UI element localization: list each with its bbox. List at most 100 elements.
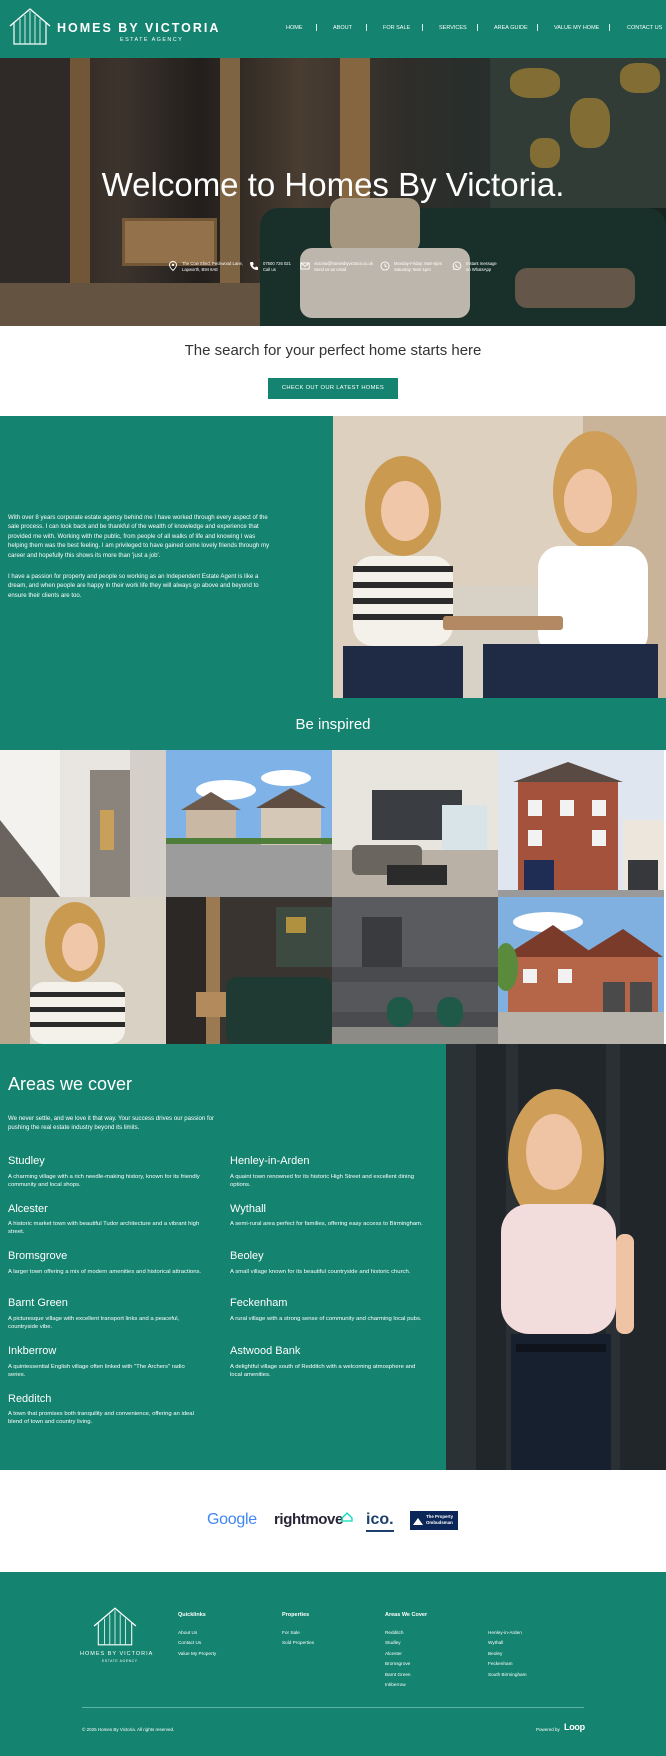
nav-divider [316, 24, 317, 31]
nav-divider [477, 24, 478, 31]
gallery-living-room-photo [332, 750, 498, 897]
logo-subtitle: ESTATE AGENCY [120, 37, 184, 43]
hero-banner: Welcome to Homes By Victoria. The Cow Sh… [0, 58, 666, 326]
gallery-image[interactable] [498, 750, 664, 897]
hero-address-line1: The Cow Shed, Peckwood Lane, [182, 261, 243, 266]
area-desc-henley-in-arden: A quaint town renowned for its historic … [230, 1174, 415, 1189]
footer-logo-title: HOMES BY VICTORIA [80, 1651, 154, 1657]
google-logo[interactable]: Google [207, 1511, 257, 1531]
hero-email-label: Send us an email [314, 267, 347, 272]
footer-area-link[interactable]: Redditch [385, 1630, 404, 1635]
footer-quicklinks-title: Quicklinks [178, 1612, 206, 1618]
about-paragraph-2: I have a passion for property and people… [8, 573, 259, 599]
nav-area-guide[interactable]: AREA GUIDE [494, 25, 528, 31]
gallery-image[interactable] [166, 750, 332, 897]
footer-powered-by: Powered by [536, 1727, 560, 1732]
hero-opening-hours: Monday-Friday: 9am-5pm Saturday: 9am-1pm [380, 260, 452, 278]
nav-for-sale[interactable]: FOR SALE [383, 25, 410, 31]
footer-link-for-sale[interactable]: For Sale [282, 1630, 300, 1635]
footer-link-about[interactable]: About Us [178, 1630, 197, 1635]
ombudsman-roof-icon [413, 1518, 423, 1525]
footer-area-link[interactable]: Wythall [488, 1640, 503, 1645]
nav-services[interactable]: SERVICES [439, 25, 467, 31]
footer-area-link[interactable]: Henley-in-Arden [488, 1630, 522, 1635]
ico-underline [366, 1530, 394, 1532]
hero-email[interactable]: victoria@homesbyvictoria.co.uk Send us a… [300, 260, 378, 278]
hero-address-line2: Lapworth, B94 6AE [182, 267, 219, 272]
footer-area-link[interactable]: Barnt Green [385, 1672, 411, 1677]
loop-brand-logo[interactable]: Loop [564, 1722, 585, 1732]
area-desc-redditch: A town that promises both tranquility an… [8, 1411, 194, 1426]
footer-link-value[interactable]: Value My Property [178, 1651, 216, 1656]
hero-phone[interactable]: 07500 726 021 Call us [249, 260, 291, 278]
area-desc-feckenham: A rural village with a strong sense of c… [230, 1316, 422, 1322]
footer-area-link[interactable]: Feckenham [488, 1661, 513, 1666]
area-name-beoley: Beoley [230, 1250, 264, 1262]
mail-icon [300, 262, 310, 270]
area-name-inkberrow: Inkberrow [8, 1345, 57, 1357]
site-logo[interactable]: HOMES BY VICTORIA ESTATE AGENCY [8, 6, 218, 46]
nav-divider [366, 24, 367, 31]
area-desc-studley: A charming village with a rich needle-ma… [8, 1174, 200, 1189]
nav-about[interactable]: ABOUT [333, 25, 352, 31]
whatsapp-icon [452, 261, 462, 271]
ico-logo[interactable]: ico. [366, 1511, 394, 1532]
rightmove-logo-text: rightmove [274, 1511, 343, 1528]
area-name-redditch: Redditch [8, 1393, 52, 1405]
nav-home[interactable]: HOME [286, 25, 303, 31]
google-logo-text: Google [207, 1511, 257, 1528]
footer-logo[interactable]: HOMES BY VICTORIA ESTATE AGENCY [80, 1605, 154, 1665]
footer-areas-title: Areas We Cover [385, 1612, 428, 1618]
rightmove-logo[interactable]: rightmove [274, 1511, 353, 1531]
area-desc-astwood-bank: A delightful village south of Redditch w… [230, 1364, 416, 1379]
phone-icon [250, 262, 258, 270]
gallery-image[interactable] [0, 750, 166, 897]
nav-value-my-home[interactable]: VALUE MY HOME [554, 25, 599, 31]
area-desc-inkberrow: A quintessential English village often l… [8, 1364, 185, 1379]
gallery-image[interactable] [498, 897, 664, 1044]
logo-house-icon [9, 8, 51, 45]
area-name-henley-in-arden: Henley-in-Arden [230, 1155, 310, 1167]
nav-divider [537, 24, 538, 31]
footer-logo-subtitle: ESTATE AGENCY [102, 1659, 138, 1663]
gallery-lounge-photo [166, 897, 332, 1044]
hero-phone-number: 07500 726 021 [263, 261, 291, 266]
area-name-wythall: Wythall [230, 1203, 266, 1215]
nav-divider [422, 24, 423, 31]
hero-phone-label: Call us [263, 267, 276, 272]
gallery-image[interactable] [166, 897, 332, 1044]
ombudsman-line1: The Property [426, 1514, 454, 1519]
area-desc-bromsgrove: A larger town offering a mix of modern a… [8, 1269, 202, 1275]
footer-area-link[interactable]: South Birmingham [488, 1672, 527, 1677]
two-women-illustration [333, 416, 666, 698]
footer-link-sold[interactable]: Sold Properties [282, 1640, 314, 1645]
clock-icon [380, 261, 390, 271]
ico-logo-text: ico. [366, 1511, 394, 1528]
footer-area-link[interactable]: Bromsgrove [385, 1661, 410, 1666]
latest-homes-button[interactable]: CHECK OUT OUR LATEST HOMES [268, 378, 398, 399]
footer-area-link[interactable]: Studley [385, 1640, 401, 1645]
footer-logo-house-icon [93, 1607, 137, 1646]
area-desc-wythall: A semi-rural area perfect for families, … [230, 1221, 423, 1227]
search-heading: The search for your perfect home starts … [184, 342, 482, 359]
areas-intro: We never settle, and we love it that way… [8, 1115, 215, 1131]
gallery-image[interactable] [332, 897, 498, 1044]
gallery-image[interactable] [332, 750, 498, 897]
property-ombudsman-logo[interactable]: The Property Ombudsman [410, 1511, 458, 1530]
about-section: With over 8 years corporate estate agenc… [0, 416, 333, 698]
gallery-image[interactable] [0, 897, 166, 1044]
hero-address[interactable]: The Cow Shed, Peckwood Lane, Lapworth, B… [168, 260, 243, 278]
footer-area-link[interactable]: Beoley [488, 1651, 502, 1656]
hero-hours-saturday: Saturday: 9am-1pm [394, 267, 431, 272]
hero-whatsapp[interactable]: Instant message on WhatsApp [452, 260, 502, 278]
site-header: HOMES BY VICTORIA ESTATE AGENCY HOME ABO… [0, 0, 666, 58]
gallery-kitchen-photo [332, 897, 498, 1044]
footer-area-link[interactable]: Alcester [385, 1651, 402, 1656]
footer-area-link[interactable]: Inkberrow [385, 1682, 406, 1687]
gallery-detached-house-photo [498, 897, 664, 1044]
hero-whatsapp-line1: Instant message [466, 261, 497, 266]
gallery-townhouse-photo [498, 750, 664, 897]
footer-link-contact[interactable]: Contact Us [178, 1640, 201, 1645]
nav-contact-us[interactable]: CONTACT US [627, 25, 662, 31]
gallery-street-photo [166, 750, 332, 897]
